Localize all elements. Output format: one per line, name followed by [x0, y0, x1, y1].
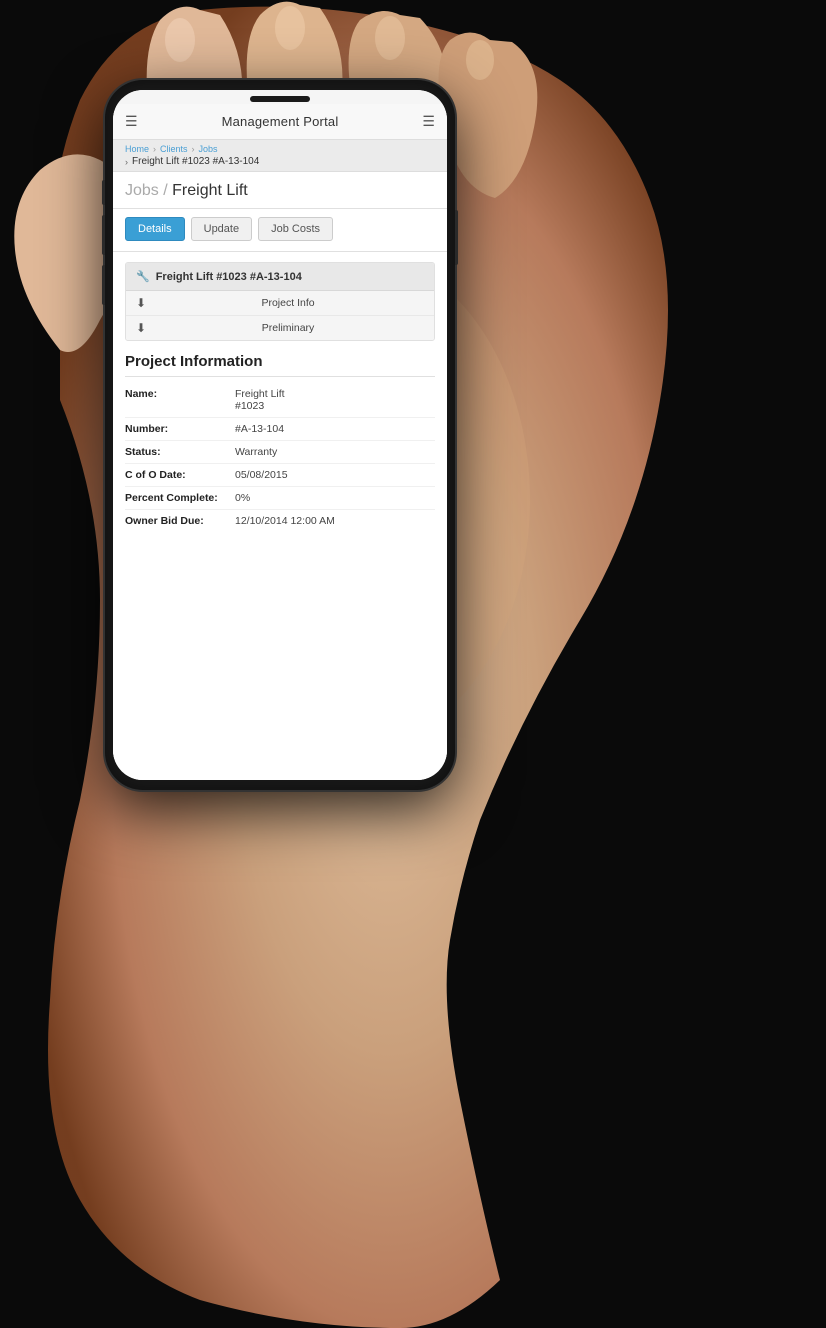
info-row-percent: Percent Complete: 0% — [125, 487, 435, 510]
info-row-name: Name: Freight Lift#1023 — [125, 383, 435, 418]
info-value-coo: 05/08/2015 — [235, 469, 435, 481]
tab-area: Details Update Job Costs — [113, 209, 447, 252]
page-title-main: Freight Lift — [172, 182, 248, 199]
info-row-number: Number: #A-13-104 — [125, 418, 435, 441]
info-value-status: Warranty — [235, 446, 435, 458]
tab-details[interactable]: Details — [125, 217, 185, 241]
preliminary-row[interactable]: ⬇ Preliminary — [126, 316, 434, 340]
page-title-area: Jobs / Freight Lift — [113, 172, 447, 209]
menu-left-icon[interactable]: ☰ — [125, 113, 138, 130]
info-value-number: #A-13-104 — [235, 423, 435, 435]
page-title: Jobs / Freight Lift — [125, 182, 435, 200]
info-label-status: Status: — [125, 446, 235, 458]
info-label-coo: C of O Date: — [125, 469, 235, 481]
project-card: 🔧 Freight Lift #1023 #A-13-104 ⬇ Project… — [125, 262, 435, 341]
info-row-status: Status: Warranty — [125, 441, 435, 464]
breadcrumb-current-label: Freight Lift #1023 #A-13-104 — [132, 156, 259, 167]
project-info-section: Project Information Name: Freight Lift#1… — [125, 353, 435, 532]
info-value-percent: 0% — [235, 492, 435, 504]
breadcrumb-bar: Home › Clients › Jobs › Freight Lift #10… — [113, 140, 447, 172]
breadcrumb-top: Home › Clients › Jobs — [125, 144, 435, 154]
project-card-title: Freight Lift #1023 #A-13-104 — [156, 271, 302, 283]
info-row-bid-due: Owner Bid Due: 12/10/2014 12:00 AM — [125, 510, 435, 532]
breadcrumb-clients[interactable]: Clients — [160, 144, 188, 154]
breadcrumb-jobs[interactable]: Jobs — [199, 144, 218, 154]
breadcrumb-current-arrow: › — [125, 157, 128, 167]
tab-update[interactable]: Update — [191, 217, 252, 241]
page-title-prefix: Jobs / — [125, 182, 168, 199]
breadcrumb-current: › Freight Lift #1023 #A-13-104 — [125, 156, 435, 167]
project-info-title: Project Information — [125, 353, 435, 377]
project-info-row[interactable]: ⬇ Project Info — [126, 291, 434, 316]
info-value-bid-due: 12/10/2014 12:00 AM — [235, 515, 435, 527]
info-label-bid-due: Owner Bid Due: — [125, 515, 235, 527]
header-bar: ☰ Management Portal ☰ — [113, 104, 447, 140]
tab-job-costs[interactable]: Job Costs — [258, 217, 333, 241]
wrench-icon: 🔧 — [136, 270, 150, 283]
info-label-number: Number: — [125, 423, 235, 435]
breadcrumb-sep-1: › — [153, 144, 156, 154]
project-card-header: 🔧 Freight Lift #1023 #A-13-104 — [126, 263, 434, 291]
content-area: 🔧 Freight Lift #1023 #A-13-104 ⬇ Project… — [113, 252, 447, 780]
menu-right-icon[interactable]: ☰ — [422, 113, 435, 130]
breadcrumb-sep-2: › — [192, 144, 195, 154]
app-title: Management Portal — [222, 114, 339, 129]
info-label-percent: Percent Complete: — [125, 492, 235, 504]
project-info-label: Project Info — [152, 297, 424, 309]
breadcrumb-home[interactable]: Home — [125, 144, 149, 154]
info-row-coo: C of O Date: 05/08/2015 — [125, 464, 435, 487]
info-value-name: Freight Lift#1023 — [235, 388, 435, 412]
info-label-name: Name: — [125, 388, 235, 400]
download-icon-2: ⬇ — [136, 321, 146, 335]
preliminary-label: Preliminary — [152, 322, 424, 334]
download-icon-1: ⬇ — [136, 296, 146, 310]
info-table: Name: Freight Lift#1023 Number: #A-13-10… — [125, 383, 435, 532]
